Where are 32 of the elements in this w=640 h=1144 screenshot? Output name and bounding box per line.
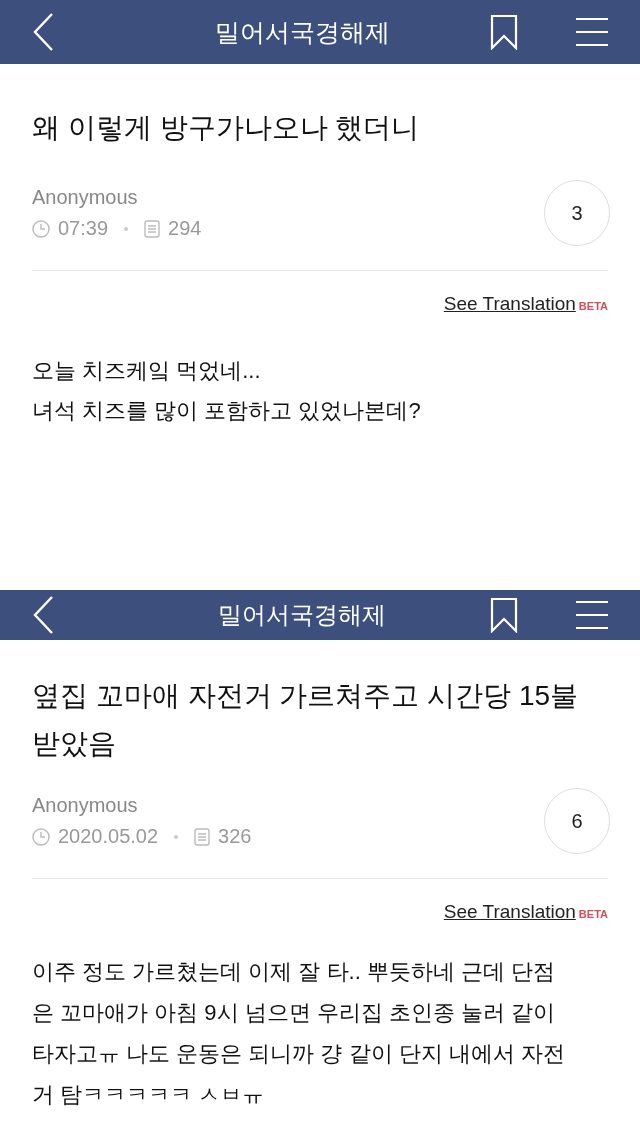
body-text-line: 타자고ㅠ 나도 운동은 되니까 걍 같이 단지 내에서 자전 [32,1040,566,1068]
bookmark-icon[interactable] [490,14,518,50]
body-text-line: 은 꼬마애가 아침 9시 넘으면 우리집 초인종 눌러 같이 [32,999,557,1027]
document-icon [194,827,211,846]
bookmark-icon[interactable] [490,597,518,633]
body-text-line: 이주 정도 가르쳤는데 이제 잘 타.. 뿌듯하네 근데 단점 [32,958,557,986]
post-title: 옆집 꼬마애 자전거 가르쳐주고 시간당 15불 받았음 [32,679,580,761]
see-translation-link[interactable]: See Translation [443,901,576,923]
clock-icon [32,827,50,846]
beta-label: BETA [578,300,608,312]
header-title: 밀어서국경해제 [213,16,391,48]
clock-icon [32,219,50,238]
separator-dot [124,226,129,231]
post-time: 07:39 [58,217,109,240]
author-name: Anonymous [32,186,139,209]
post-title: 왜 이렇게 방구가나오나 했더니 [32,111,421,145]
menu-icon[interactable] [576,600,608,630]
beta-label: BETA [578,908,608,920]
header-title: 밀어서국경해제 [217,600,387,630]
separator-dot [174,834,179,839]
view-count: 326 [218,825,252,848]
post-time: 2020.05.02 [58,825,159,848]
back-icon[interactable] [32,12,54,52]
see-translation-link[interactable]: See Translation [443,293,576,315]
body-text-line: 오늘 치즈케잌 먹었네... [32,357,262,385]
body-text-line: 녀석 치즈를 많이 포함하고 있었나본데? [32,397,422,425]
document-icon [144,219,161,238]
menu-icon[interactable] [576,17,608,47]
body-text-line: 거 탐ㅋㅋㅋㅋㅋ ㅅㅂㅠ [32,1081,266,1109]
author-name: Anonymous [32,794,139,817]
back-icon[interactable] [32,595,54,635]
view-count: 294 [168,217,202,240]
